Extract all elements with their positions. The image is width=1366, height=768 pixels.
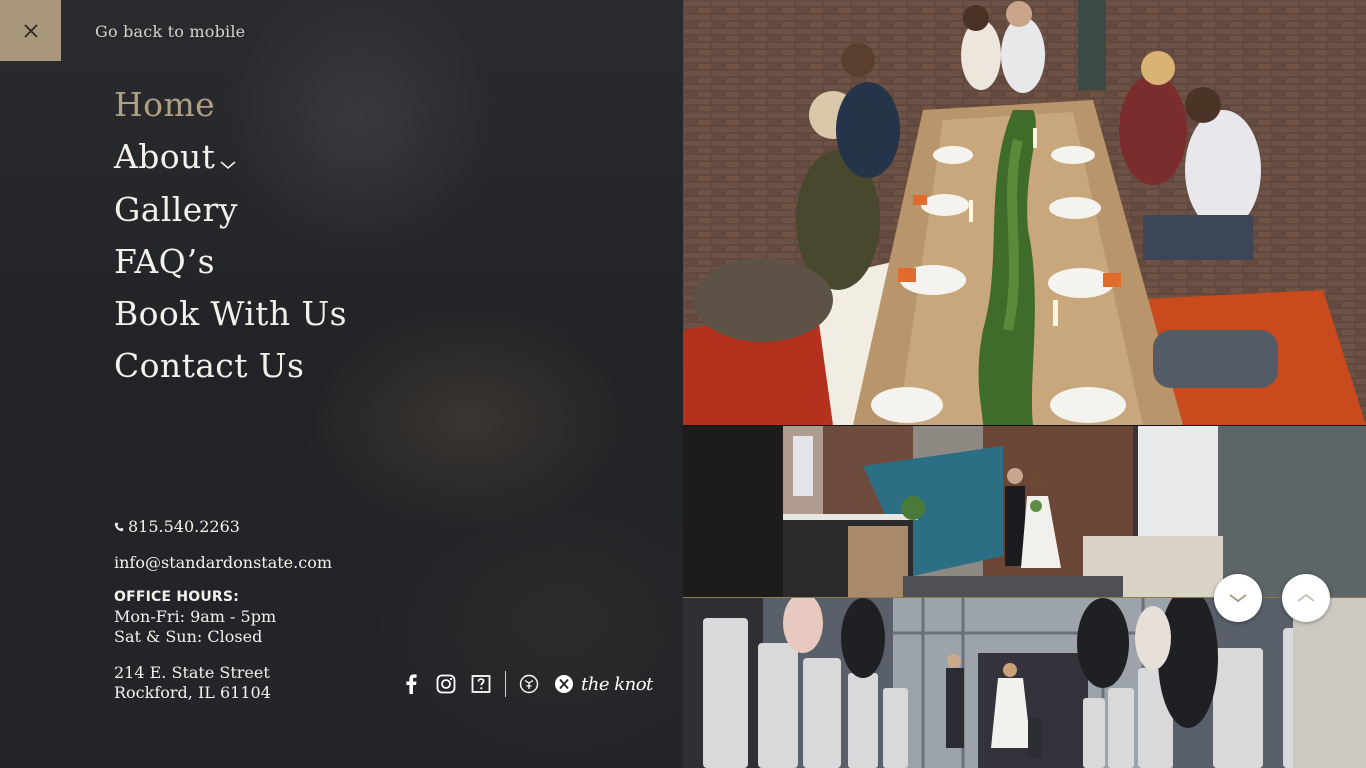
- office-hours-weekdays: Mon-Fri: 9am - 5pm: [114, 607, 277, 626]
- nav-item-home[interactable]: Home: [114, 82, 347, 134]
- nav-item-about[interactable]: About: [114, 134, 347, 186]
- address[interactable]: 214 E. State Street Rockford, IL 61104: [114, 663, 271, 703]
- the-knot-label[interactable]: the knot: [581, 674, 653, 695]
- close-menu-button[interactable]: [0, 0, 61, 61]
- weddingwire-icon[interactable]: [518, 673, 540, 695]
- instagram-icon[interactable]: [435, 673, 457, 695]
- address-line2: Rockford, IL 61104: [114, 683, 271, 702]
- email-link[interactable]: info@standardonstate.com: [114, 553, 332, 572]
- office-hours-weekend: Sat & Sun: Closed: [114, 627, 263, 646]
- chevron-up-icon: [1297, 593, 1315, 602]
- photo-gallery: [683, 0, 1366, 768]
- nav-item-faqs[interactable]: FAQ’s: [114, 239, 347, 291]
- close-icon: [23, 23, 38, 38]
- scroll-up-button[interactable]: [1282, 574, 1330, 622]
- nav-item-gallery[interactable]: Gallery: [114, 187, 347, 239]
- menu-panel: Go back to mobile Home About Gallery FAQ…: [0, 0, 683, 768]
- phone-icon: [114, 522, 124, 531]
- question-icon[interactable]: [470, 673, 492, 695]
- social-links: the knot: [400, 668, 653, 700]
- scroll-down-button[interactable]: [1214, 574, 1262, 622]
- office-hours-title: OFFICE HOURS:: [114, 589, 239, 605]
- main-nav: Home About Gallery FAQ’s Book With Us Co…: [114, 82, 347, 396]
- nav-item-contact-us[interactable]: Contact Us: [114, 343, 347, 395]
- photo-ceremony-aisle: [683, 598, 1366, 768]
- nav-item-label: Contact Us: [114, 346, 305, 386]
- nav-item-label: About: [114, 137, 216, 177]
- office-hours: OFFICE HOURS: Mon-Fri: 9am - 5pm Sat & S…: [114, 587, 276, 647]
- photo-couple-stairs: [683, 426, 1366, 597]
- page: Go back to mobile Home About Gallery FAQ…: [0, 0, 1366, 768]
- address-line1: 214 E. State Street: [114, 663, 270, 682]
- photo-dinner-table: [683, 0, 1366, 425]
- nav-item-label: Gallery: [114, 189, 238, 229]
- nav-item-label: Home: [114, 85, 216, 124]
- nav-item-label: FAQ’s: [114, 241, 215, 281]
- nav-item-book-with-us[interactable]: Book With Us: [114, 291, 347, 343]
- chevron-down-icon: [1229, 594, 1247, 603]
- facebook-icon[interactable]: [400, 673, 422, 695]
- social-divider: [505, 671, 506, 697]
- nav-item-label: Book With Us: [114, 294, 347, 334]
- go-back-to-mobile-link[interactable]: Go back to mobile: [95, 22, 245, 41]
- phone-link[interactable]: 815.540.2263: [114, 517, 240, 536]
- the-knot-icon[interactable]: [553, 673, 575, 695]
- phone-number: 815.540.2263: [128, 517, 240, 536]
- chevron-down-icon[interactable]: [219, 136, 237, 182]
